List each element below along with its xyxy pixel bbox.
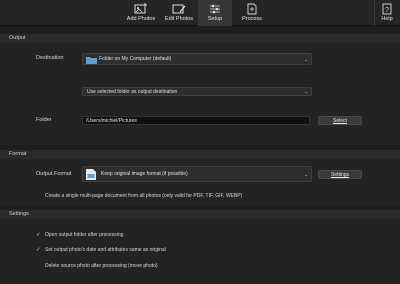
checkmark-icon: ✓ (36, 247, 41, 253)
output-format-value: Keep original image format (if possible) (101, 171, 188, 177)
output-section-header: Output (0, 34, 400, 43)
help-icon: ? (382, 3, 392, 15)
set-date-label: Set output photo's date and attributes s… (45, 247, 166, 253)
add-photos-icon (134, 3, 147, 14)
setup-tab[interactable]: Setup (198, 0, 232, 26)
add-photos-label: Add Photos (126, 16, 156, 22)
open-folder-checkbox[interactable]: ✓ Open output folder after processing (36, 232, 123, 238)
destination-value: Folder on My Computer (default) (99, 56, 172, 62)
destination-label: Destination (36, 55, 64, 61)
set-date-checkbox[interactable]: ✓ Set output photo's date and attributes… (36, 247, 166, 253)
format-section-header: Format (0, 150, 400, 159)
delete-source-label: Delete source photo after processing (mo… (45, 263, 158, 269)
edit-photos-icon (172, 4, 186, 14)
folder-label: Folder (36, 117, 52, 123)
settings-section-header: Settings (0, 210, 400, 219)
checkmark-icon: ✓ (36, 232, 41, 238)
folder-icon (86, 57, 97, 64)
sliders-icon (210, 4, 220, 14)
setup-label: Setup (207, 16, 223, 22)
format-settings-button[interactable]: Settings (318, 170, 362, 179)
help-button[interactable]: ? Help (376, 0, 398, 26)
output-format-dropdown[interactable]: Keep original image format (if possible)… (82, 166, 312, 182)
edit-photos-button[interactable]: Edit Photos (162, 0, 196, 26)
toolbar: Add Photos Edit Photos Setup Process ? H… (0, 0, 400, 26)
chevron-down-icon: ⌄ (304, 57, 308, 62)
toolbar-divider (374, 0, 375, 26)
multipage-checkbox[interactable]: Create a single multi-page document from… (45, 193, 242, 199)
destination-dropdown[interactable]: Folder on My Computer (default) ⌄ (82, 53, 312, 65)
select-button-label: Select (333, 118, 347, 124)
add-photos-button[interactable]: Add Photos (120, 0, 162, 26)
settings-button-label: Settings (330, 172, 350, 178)
folder-mode-dropdown[interactable]: Use selected folder as output destinatio… (82, 87, 312, 96)
delete-source-checkbox[interactable]: Delete source photo after processing (mo… (45, 263, 158, 269)
process-label: Process (242, 16, 262, 22)
multipage-checkbox-label: Create a single multi-page document from… (45, 193, 243, 199)
chevron-down-icon: ⌄ (304, 172, 308, 177)
chevron-down-icon: ⌄ (304, 89, 308, 94)
process-icon (247, 3, 257, 15)
open-folder-label: Open output folder after processing (45, 232, 124, 238)
output-format-label: Output Format (36, 171, 72, 177)
folder-path-input[interactable]: /Users/michiel/Pictures (82, 116, 310, 125)
help-label: Help (381, 16, 393, 22)
select-folder-button[interactable]: Select (318, 116, 362, 125)
edit-photos-label: Edit Photos (164, 16, 194, 22)
folder-mode-value: Use selected folder as output destinatio… (87, 89, 178, 95)
process-tab[interactable]: Process (234, 0, 270, 26)
svg-text:?: ? (385, 7, 389, 14)
image-file-icon (86, 169, 96, 180)
